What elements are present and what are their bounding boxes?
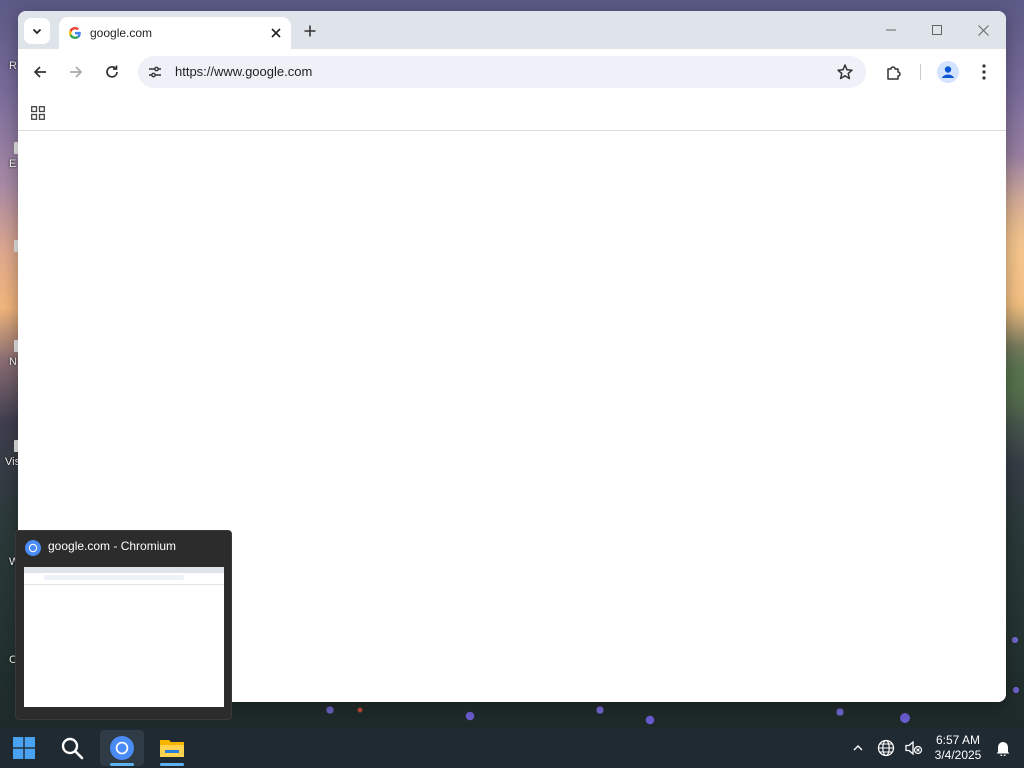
volume-button[interactable] [904, 738, 924, 758]
clock[interactable]: 6:57 AM 3/4/2025 [928, 733, 988, 763]
browser-toolbar: https://www.google.com [18, 49, 1006, 95]
thumbnail-divider [24, 584, 224, 585]
taskbar-chromium[interactable] [100, 730, 144, 766]
url-text: https://www.google.com [175, 64, 313, 79]
forward-button[interactable] [64, 60, 88, 84]
chevron-down-icon [32, 28, 42, 35]
new-tab-button[interactable] [298, 19, 322, 43]
desktop-icon-label[interactable]: N [9, 356, 17, 368]
thumbnail-tabstrip [24, 567, 224, 573]
address-bar[interactable]: https://www.google.com [138, 56, 866, 88]
tab-strip: google.com [18, 11, 1006, 49]
tab-search-button[interactable] [24, 18, 50, 44]
plus-icon [304, 25, 316, 37]
google-g-icon [68, 26, 81, 40]
clock-date: 3/4/2025 [934, 748, 982, 762]
site-info-icon[interactable] [147, 64, 163, 85]
arrow-left-icon [33, 66, 46, 78]
taskbar: 6:57 AM 3/4/2025 [0, 728, 1024, 768]
chromium-icon [110, 736, 134, 760]
profile-avatar-icon [937, 61, 959, 83]
taskbar-thumbnail-preview[interactable]: google.com - Chromium [15, 530, 232, 720]
clock-time: 6:57 AM [935, 733, 981, 747]
reload-button[interactable] [100, 60, 124, 84]
close-icon [271, 28, 281, 38]
toolbar-divider [920, 64, 921, 80]
puzzle-icon [887, 66, 901, 80]
active-indicator [110, 763, 134, 766]
running-indicator [160, 763, 184, 766]
chromium-icon [25, 540, 41, 556]
file-explorer-icon [160, 740, 184, 757]
bookmark-star-icon[interactable] [836, 63, 854, 86]
back-button[interactable] [28, 60, 52, 84]
taskbar-file-explorer[interactable] [150, 730, 194, 766]
bookmarks-bar [18, 95, 1006, 131]
network-button[interactable] [876, 738, 896, 758]
profile-button[interactable] [936, 60, 960, 84]
reload-icon [106, 65, 118, 78]
tab-close-button[interactable] [265, 22, 287, 44]
maximize-button[interactable] [914, 17, 960, 43]
speaker-muted-icon [905, 740, 923, 756]
tab-title: google.com [90, 26, 153, 40]
tab-google[interactable]: google.com [59, 17, 291, 49]
desktop-icon-label[interactable]: R [9, 60, 17, 72]
arrow-right-icon [70, 66, 83, 78]
start-icon [13, 737, 35, 759]
more-vertical-icon [982, 64, 986, 80]
thumbnail-omnibox [44, 575, 184, 580]
chevron-up-icon [853, 745, 863, 751]
globe-icon [877, 739, 895, 757]
bell-icon [996, 742, 1010, 756]
search-icon [61, 737, 84, 760]
extensions-button[interactable] [882, 60, 906, 84]
maximize-icon [932, 25, 942, 35]
preview-title: google.com - Chromium [48, 539, 177, 553]
minimize-icon [886, 29, 896, 31]
start-button[interactable] [2, 730, 46, 766]
show-hidden-icons-button[interactable] [848, 738, 868, 758]
preview-thumbnail [24, 567, 224, 707]
menu-button[interactable] [972, 60, 996, 84]
desktop-icon-label[interactable]: E [9, 158, 16, 170]
search-button[interactable] [50, 730, 94, 766]
notifications-button[interactable] [993, 738, 1013, 758]
close-window-button[interactable] [960, 17, 1006, 43]
apps-grid-icon[interactable] [31, 106, 45, 125]
minimize-button[interactable] [868, 17, 914, 43]
close-icon [977, 24, 989, 36]
